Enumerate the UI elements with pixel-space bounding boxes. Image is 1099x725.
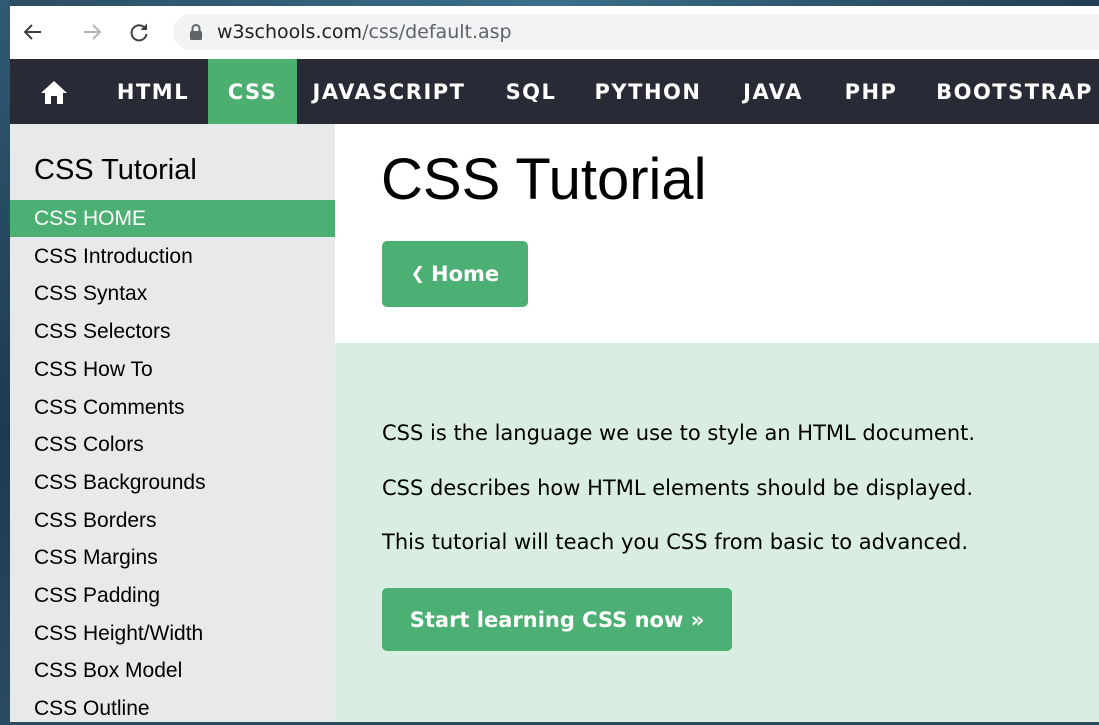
sidebar-item-css-how-to[interactable]: CSS How To <box>10 351 335 388</box>
lock-icon <box>190 24 202 40</box>
intro-paragraph-2: CSS describes how HTML elements should b… <box>382 476 974 500</box>
browser-window: w3schools.com/css/default.asp HTML CSS J… <box>10 6 1099 722</box>
forward-button[interactable] <box>77 14 107 50</box>
intro-paragraph-3: This tutorial will teach you CSS from ba… <box>382 530 969 554</box>
nav-item-php[interactable]: PHP <box>836 59 906 124</box>
url-text: w3schools.com/css/default.asp <box>217 21 512 43</box>
nav-item-sql[interactable]: SQL <box>495 59 567 124</box>
sidebar-item-css-introduction[interactable]: CSS Introduction <box>10 238 335 275</box>
nav-item-java[interactable]: JAVA <box>733 59 813 124</box>
sidebar-item-css-height-width[interactable]: CSS Height/Width <box>10 615 335 652</box>
nav-item-bootstrap[interactable]: BOOTSTRAP <box>930 59 1099 124</box>
sidebar: CSS Tutorial CSS HOME CSS Introduction C… <box>10 124 335 722</box>
reload-icon <box>130 23 148 42</box>
nav-item-html[interactable]: HTML <box>98 59 208 124</box>
nav-item-python[interactable]: PYTHON <box>588 59 708 124</box>
sidebar-item-css-selectors[interactable]: CSS Selectors <box>10 313 335 350</box>
sidebar-item-css-padding[interactable]: CSS Padding <box>10 577 335 614</box>
sidebar-item-css-outline[interactable]: CSS Outline <box>10 690 335 722</box>
nav-item-css[interactable]: CSS <box>208 59 297 124</box>
back-arrow-icon <box>23 24 41 40</box>
url-field[interactable]: w3schools.com/css/default.asp <box>173 14 1099 50</box>
url-domain: w3schools.com <box>217 21 363 43</box>
top-navigation: HTML CSS JAVASCRIPT SQL PYTHON JAVA PHP … <box>10 59 1099 124</box>
home-link[interactable] <box>10 59 98 124</box>
address-bar: w3schools.com/css/default.asp <box>10 6 1099 59</box>
sidebar-title: CSS Tutorial <box>34 154 197 186</box>
sidebar-item-css-syntax[interactable]: CSS Syntax <box>10 275 335 312</box>
sidebar-item-css-comments[interactable]: CSS Comments <box>10 389 335 426</box>
page-title: CSS Tutorial <box>381 147 707 212</box>
back-button[interactable] <box>18 14 48 50</box>
chevron-left-icon: ❮ <box>410 264 426 284</box>
intro-paragraph-1: CSS is the language we use to style an H… <box>382 421 976 445</box>
reload-button[interactable] <box>124 14 154 50</box>
sidebar-item-css-home[interactable]: CSS HOME <box>10 200 335 237</box>
start-learning-button[interactable]: Start learning CSS now » <box>382 588 732 651</box>
home-button[interactable]: ❮ Home <box>382 241 528 307</box>
sidebar-item-css-colors[interactable]: CSS Colors <box>10 426 335 463</box>
sidebar-item-css-margins[interactable]: CSS Margins <box>10 539 335 576</box>
intro-section: CSS is the language we use to style an H… <box>335 343 1099 722</box>
url-path: /css/default.asp <box>362 21 512 43</box>
sidebar-item-css-backgrounds[interactable]: CSS Backgrounds <box>10 464 335 501</box>
forward-arrow-icon <box>84 24 102 40</box>
home-icon <box>41 80 67 104</box>
sidebar-item-css-box-model[interactable]: CSS Box Model <box>10 652 335 689</box>
sidebar-item-css-borders[interactable]: CSS Borders <box>10 502 335 539</box>
desktop-background-left <box>0 0 10 725</box>
home-button-label: Home <box>431 262 500 286</box>
nav-item-javascript[interactable]: JAVASCRIPT <box>303 59 475 124</box>
